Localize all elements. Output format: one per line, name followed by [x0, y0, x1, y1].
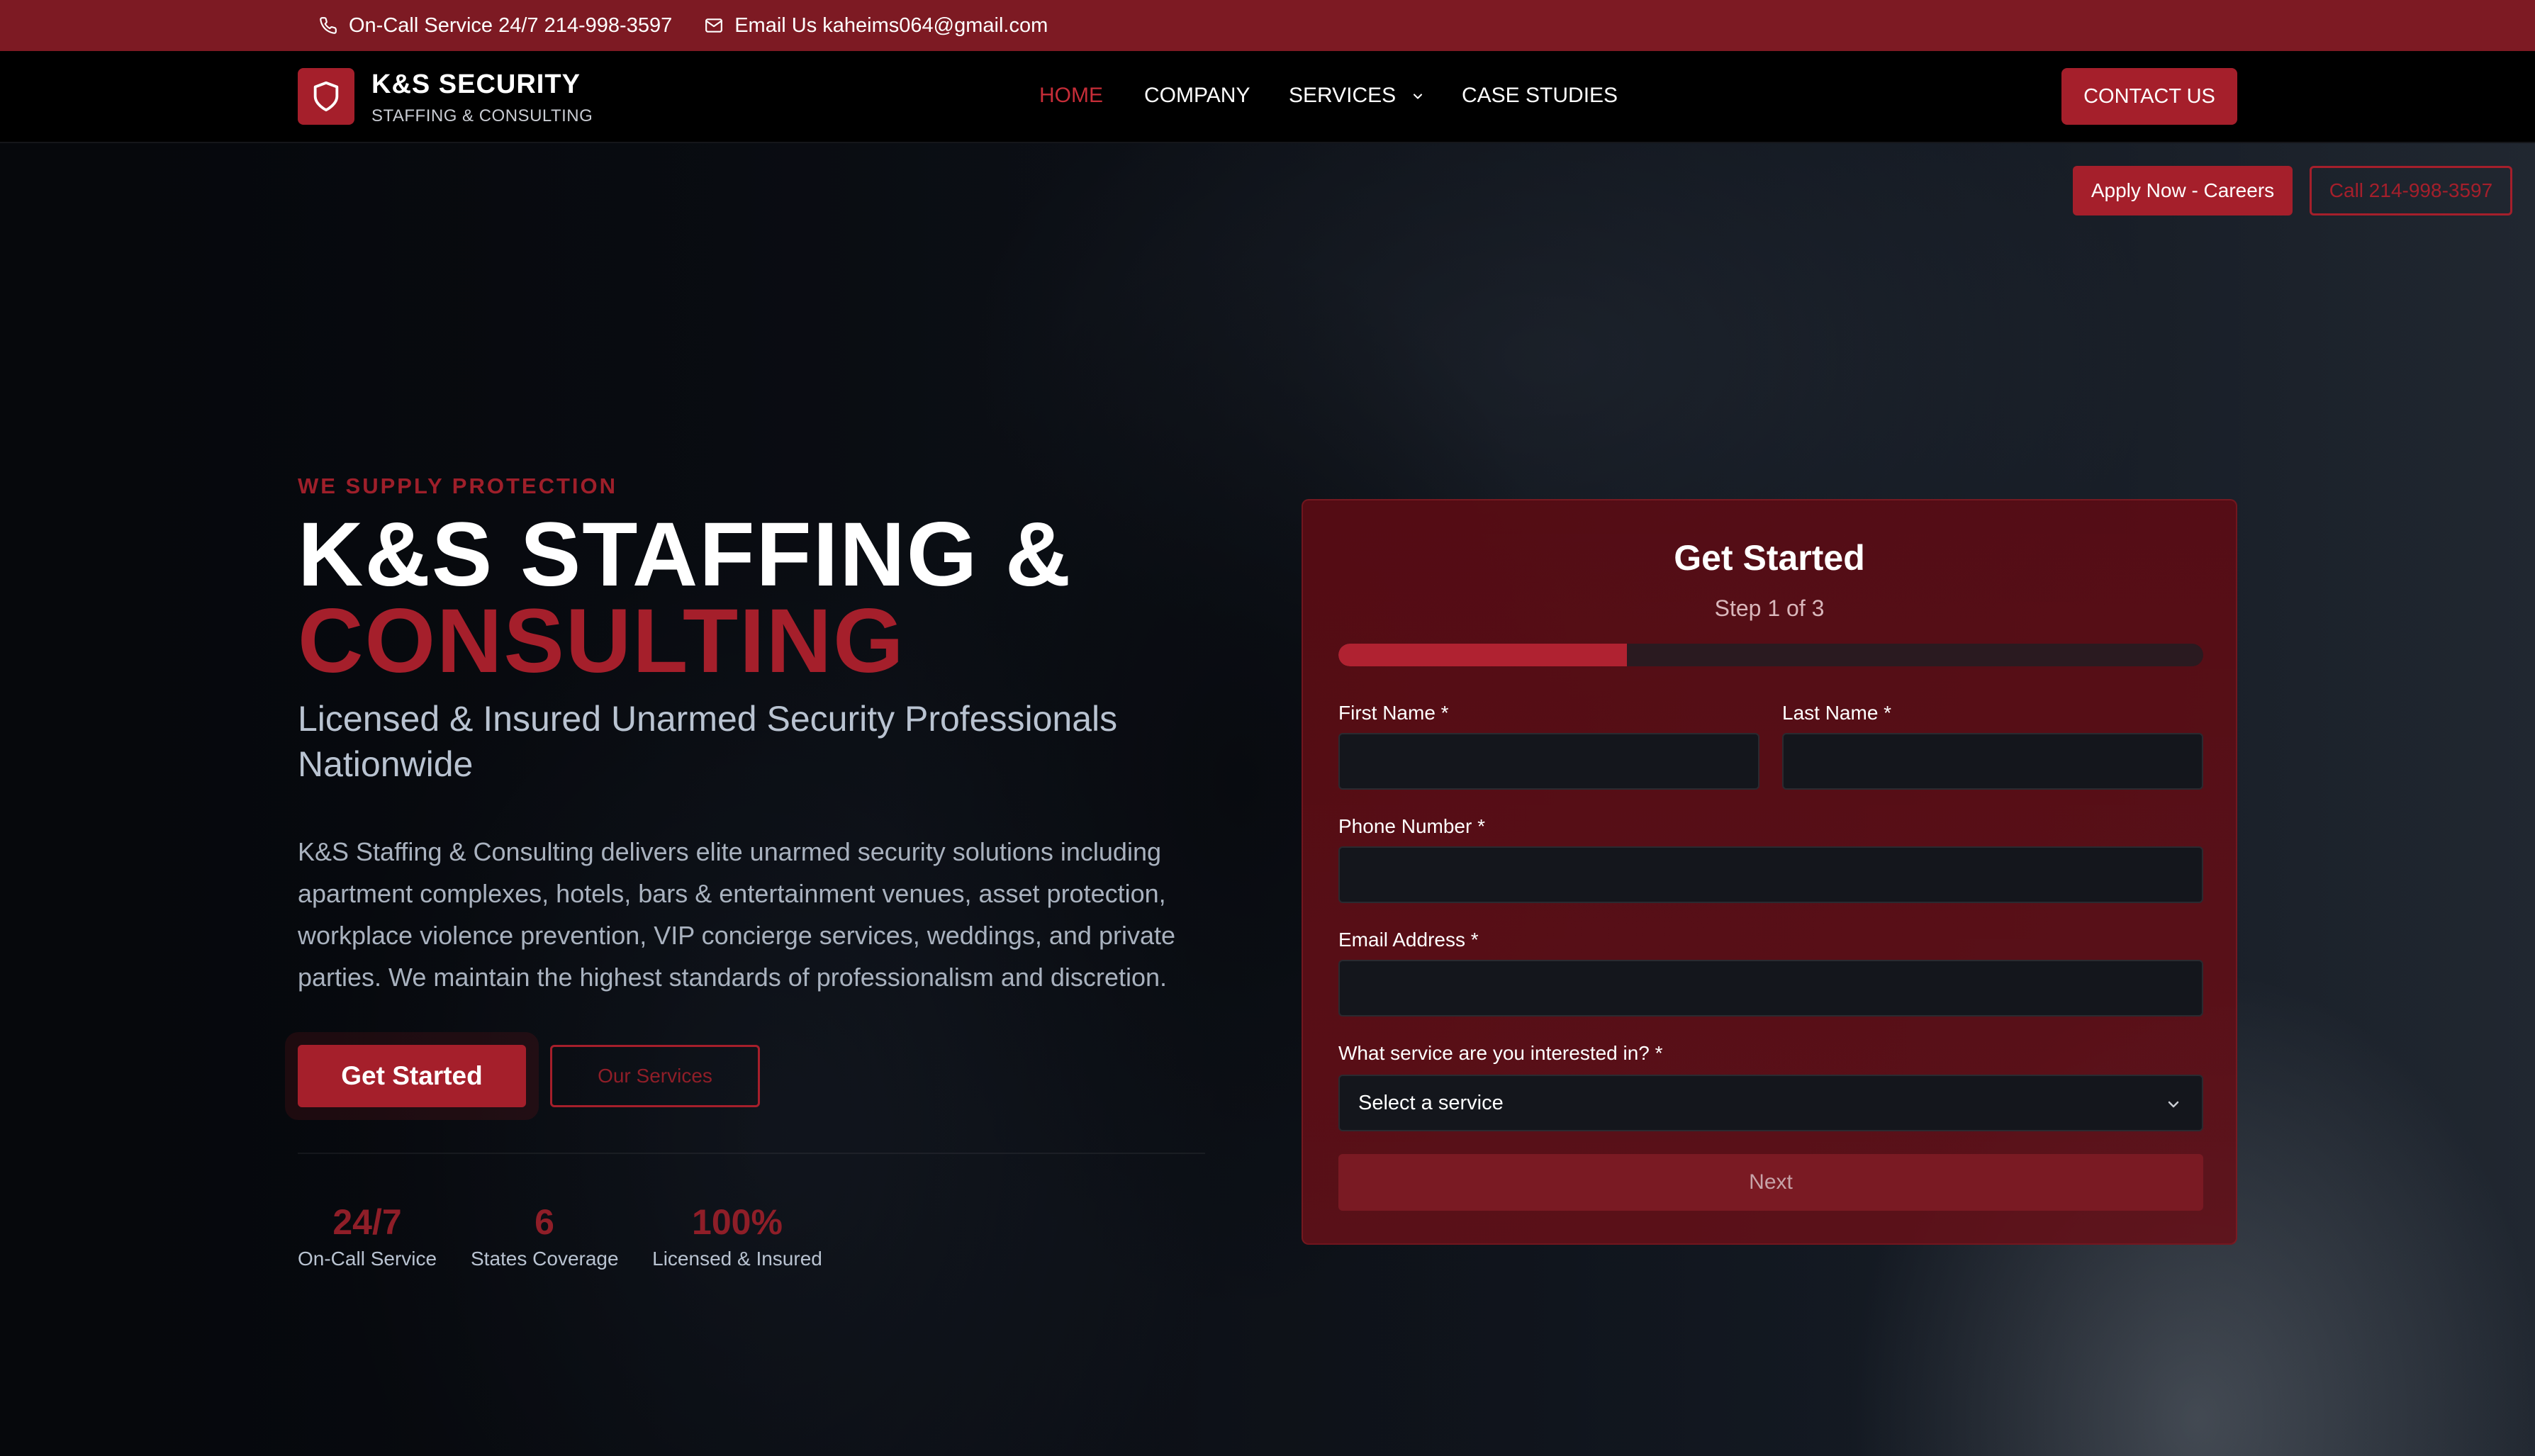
chevron-down-icon [1413, 94, 1422, 99]
form-step-indicator: Step 1 of 3 [1714, 595, 1825, 621]
brand-subtitle: STAFFING & CONSULTING [371, 106, 593, 125]
hero-description: K&S Staffing & Consulting delivers elite… [298, 837, 1176, 992]
first-name-input[interactable] [1338, 733, 1759, 790]
nav-item-services-label: SERVICES [1289, 84, 1397, 107]
call-button[interactable]: Call 214-998-3597 [2310, 166, 2512, 215]
email-info-text: Email Us kaheims064@gmail.com [734, 13, 1048, 37]
phone-number-label: Phone Number * [1338, 815, 1486, 837]
stats-divider [298, 1153, 1205, 1154]
logo[interactable] [298, 68, 354, 125]
nav-item-company[interactable]: COMPANY [1144, 84, 1250, 108]
hero-headline-line1: K&S STAFFING & [298, 504, 1073, 605]
stat-label: Licensed & Insured [652, 1248, 822, 1270]
form-progress-bar [1338, 644, 2203, 666]
stat-label: States Coverage [471, 1248, 619, 1270]
last-name-input[interactable] [1782, 733, 2203, 790]
stat-states: 6 States Coverage [471, 1201, 619, 1270]
our-services-button[interactable]: Our Services [550, 1045, 760, 1107]
email-address-input[interactable] [1338, 960, 2203, 1017]
stat-licensed: 100% Licensed & Insured [652, 1201, 822, 1270]
service-select-label: What service are you interested in? * [1338, 1042, 1663, 1064]
service-select-value: Select a service [1358, 1091, 1504, 1114]
form-title: Get Started [1674, 538, 1865, 578]
apply-careers-button[interactable]: Apply Now - Careers [2073, 166, 2293, 215]
stat-on-call: 24/7 On-Call Service [298, 1201, 437, 1270]
nav-item-services[interactable]: SERVICES [1289, 84, 1425, 108]
phone-info-text: On-Call Service 24/7 214-998-3597 [349, 13, 673, 37]
email-info[interactable]: Email Us kaheims064@gmail.com [705, 14, 1048, 38]
contact-us-button[interactable]: CONTACT US [2061, 68, 2237, 125]
brand-title[interactable]: K&S SECURITY [371, 69, 581, 100]
stat-label: On-Call Service [298, 1248, 437, 1270]
get-started-form: Get Started Step 1 of 3 First Name * Las… [1302, 499, 2237, 1245]
mail-icon [705, 18, 723, 33]
nav-item-case-studies[interactable]: CASE STUDIES [1462, 84, 1618, 108]
top-info-bar: On-Call Service 24/7 214-998-3597 Email … [0, 0, 2535, 51]
stat-value: 6 [535, 1202, 554, 1242]
chevron-down-icon [2168, 1101, 2179, 1108]
hero-subhead: Licensed & Insured Unarmed Security Prof… [298, 699, 1118, 784]
get-started-button[interactable]: Get Started [298, 1045, 526, 1107]
site-header: K&S SECURITY STAFFING & CONSULTING HOME … [0, 51, 2535, 143]
phone-info[interactable]: On-Call Service 24/7 214-998-3597 [319, 14, 672, 38]
email-address-label: Email Address * [1338, 929, 1479, 951]
phone-icon [320, 17, 337, 34]
phone-number-input[interactable] [1338, 846, 2203, 903]
stat-value: 100% [692, 1202, 783, 1242]
form-progress-fill [1338, 644, 1627, 666]
hero-eyebrow: WE SUPPLY PROTECTION [298, 474, 618, 498]
shield-icon [313, 81, 339, 112]
next-button[interactable]: Next [1338, 1154, 2203, 1211]
service-select[interactable]: Select a service [1338, 1075, 2203, 1131]
hero-headline-line2: CONSULTING [298, 590, 905, 692]
hero-headline: K&S STAFFING & CONSULTING [298, 504, 1073, 692]
first-name-label: First Name * [1338, 702, 1449, 724]
nav-item-home[interactable]: HOME [1039, 84, 1103, 108]
last-name-label: Last Name * [1782, 702, 1892, 724]
stat-value: 24/7 [332, 1202, 402, 1242]
